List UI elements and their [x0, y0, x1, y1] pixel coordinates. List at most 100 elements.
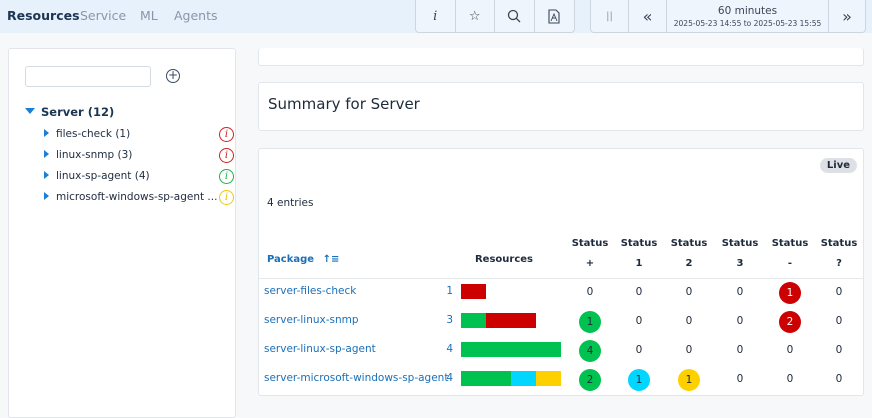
status-badge[interactable]: 1 [628, 369, 650, 391]
status-header-code: + [585, 258, 595, 269]
status-header[interactable]: Status 3 [715, 235, 765, 272]
resource-count[interactable]: 4 [439, 343, 453, 355]
caret-right-icon [44, 171, 49, 179]
search-icon [508, 9, 521, 23]
tree-item-label: microsoft-windows-sp-agent ... [56, 191, 218, 203]
star-icon: ☆ [468, 8, 481, 24]
status-value: 0 [786, 344, 794, 356]
status-badge[interactable]: 2 [579, 369, 601, 391]
status-cell: 0 [765, 340, 815, 361]
resource-bar-segment [461, 313, 486, 328]
caret-right-icon [44, 129, 49, 137]
status-value: 0 [685, 286, 693, 298]
status-header-label: Status [620, 238, 658, 249]
status-cell: 0 [664, 311, 714, 332]
status-cell: 0 [715, 369, 765, 390]
tree-item[interactable]: files-check (1) i [44, 127, 234, 142]
table-row: server-linux-sp-agent 4 4 0 0 0 0 0 [259, 336, 865, 365]
tab-service[interactable]: Service [80, 8, 126, 23]
rewind-button[interactable]: « [629, 0, 667, 32]
table-row: server-linux-snmp 3 1 0 0 0 2 0 [259, 307, 865, 336]
resource-count[interactable]: 1 [439, 285, 453, 297]
live-badge[interactable]: Live [819, 158, 857, 173]
status-value: 0 [835, 286, 843, 298]
status-header[interactable]: Status + [565, 235, 615, 272]
status-cell[interactable]: 2 [765, 311, 815, 333]
package-header-label: Package [267, 254, 315, 265]
caret-right-icon [44, 150, 49, 158]
sidebar-search-input[interactable] [25, 66, 151, 87]
status-cell: 0 [664, 340, 714, 361]
status-badge[interactable]: 1 [579, 311, 601, 333]
rewind-icon: « [642, 6, 653, 26]
status-cell[interactable]: 1 [765, 282, 815, 304]
status-cell: 0 [614, 340, 664, 361]
time-range-text: 2025-05-23 14:55 to 2025-05-23 15:55 [673, 18, 822, 28]
tab-resources[interactable]: Resources [7, 8, 80, 23]
status-header-code: 2 [685, 258, 693, 269]
status-badge[interactable]: 2 [779, 311, 801, 333]
status-cell[interactable]: 2 [565, 369, 615, 391]
tree-item[interactable]: linux-snmp (3) i [44, 148, 234, 163]
status-header-code: ? [836, 258, 842, 269]
tab-ml[interactable]: ML [140, 8, 158, 23]
resource-bar-segment [461, 342, 561, 357]
status-badge[interactable]: 1 [678, 369, 700, 391]
status-header[interactable]: Status? [814, 235, 864, 272]
info-status-icon: i [219, 148, 234, 163]
status-header-code: 3 [736, 258, 744, 269]
info-status-icon: i [219, 190, 234, 205]
search-button[interactable] [495, 0, 535, 32]
resource-count[interactable]: 3 [439, 314, 453, 326]
resources-header[interactable]: Resources [459, 254, 549, 265]
status-cell: 0 [715, 282, 765, 303]
info-button[interactable]: i [416, 0, 456, 32]
pdf-button[interactable] [535, 0, 574, 32]
tab-agents[interactable]: Agents [174, 8, 218, 23]
top-bar: Resources Service ML Agents i ☆ || « 60 … [0, 0, 872, 33]
package-link[interactable]: server-microsoft-windows-sp-agent [264, 372, 448, 384]
resource-bar-segment [511, 371, 536, 386]
time-controls: || « 60 minutes 2025-05-23 14:55 to 2025… [590, 0, 866, 33]
favorite-button[interactable]: ☆ [456, 0, 495, 32]
time-range[interactable]: 60 minutes 2025-05-23 14:55 to 2025-05-2… [667, 0, 829, 32]
package-link[interactable]: server-linux-snmp [264, 314, 359, 326]
status-header-label: Status [820, 238, 858, 249]
resource-bar [461, 342, 561, 357]
package-link[interactable]: server-files-check [264, 285, 356, 297]
package-header[interactable]: Package ↑≡ [267, 254, 339, 265]
pause-icon: || [606, 10, 613, 22]
status-cell[interactable]: 1 [565, 311, 615, 333]
info-icon: i [433, 8, 438, 24]
status-cell[interactable]: 4 [565, 340, 615, 362]
info-status-icon: i [219, 127, 234, 142]
tree-item[interactable]: microsoft-windows-sp-agent ... i [44, 190, 234, 205]
tree-root-server[interactable]: Server (12) [25, 105, 114, 119]
status-badge[interactable]: 1 [779, 282, 801, 304]
resource-count[interactable]: 4 [439, 372, 453, 384]
status-cell: 0 [814, 369, 864, 390]
pause-button[interactable]: || [591, 0, 629, 32]
add-icon[interactable]: + [166, 69, 180, 83]
status-cell[interactable]: 1 [664, 369, 714, 391]
status-header-code: 1 [635, 258, 643, 269]
status-value: 0 [736, 373, 744, 385]
status-badge[interactable]: 4 [579, 340, 601, 362]
status-cell: 0 [715, 340, 765, 361]
status-header-label: Status [670, 238, 708, 249]
package-link[interactable]: server-linux-sp-agent [264, 343, 376, 355]
status-header[interactable]: Status 1 [614, 235, 664, 272]
pdf-icon [548, 8, 560, 24]
status-cell[interactable]: 1 [614, 369, 664, 391]
tree-item[interactable]: linux-sp-agent (4) i [44, 169, 234, 184]
status-header[interactable]: Status - [765, 235, 815, 272]
status-cell: 0 [565, 282, 615, 303]
status-header-code: - [787, 258, 793, 269]
entries-count: 4 entries [267, 197, 314, 209]
forward-button[interactable]: » [829, 0, 865, 32]
info-status-icon: i [219, 169, 234, 184]
tree-item-label: linux-sp-agent (4) [56, 170, 150, 182]
resource-bar-segment [536, 371, 561, 386]
status-header-label: Status [721, 238, 759, 249]
status-header[interactable]: Status 2 [664, 235, 714, 272]
